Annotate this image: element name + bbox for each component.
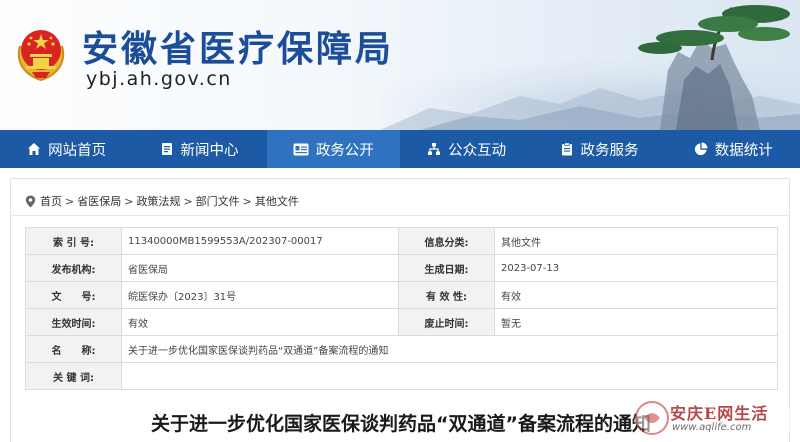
breadcrumb-separator: > — [242, 194, 252, 208]
table-row: 名 称: 关于进一步优化国家医保谈判药品“双通道”备案流程的通知 — [25, 335, 778, 363]
pie-chart-icon — [694, 142, 708, 156]
nav-item-label: 政务公开 — [315, 142, 374, 159]
repeal-time-label: 废止时间: — [398, 308, 495, 336]
document-metadata-table: 索 引 号: 11340000MB1599553A/202307-00017 信… — [25, 227, 778, 390]
nav-item-label: 公众互动 — [448, 142, 507, 159]
nav-item-statistics[interactable]: 数据统计 — [667, 130, 800, 168]
breadcrumb-separator: > — [65, 194, 75, 208]
location-pin-icon — [25, 195, 36, 207]
table-row: 索 引 号: 11340000MB1599553A/202307-00017 信… — [25, 227, 778, 255]
nav-item-home[interactable]: 网站首页 — [0, 130, 133, 168]
home-icon — [28, 143, 41, 155]
index-number-label: 索 引 号: — [25, 227, 122, 255]
nav-item-label: 数据统计 — [714, 142, 773, 159]
table-row: 生效时间: 有效 废止时间: 暂无 — [25, 308, 778, 336]
nav-item-label: 政务服务 — [580, 142, 639, 159]
nav-item-label: 新闻中心 — [180, 142, 239, 159]
watermark-url: www.aqlife.com — [672, 422, 752, 433]
validity-value: 有效 — [494, 281, 778, 309]
name-label: 名 称: — [25, 335, 122, 363]
effective-time-label: 生效时间: — [25, 308, 122, 336]
id-card-icon — [293, 143, 309, 155]
clipboard-icon — [562, 142, 573, 156]
breadcrumb-home[interactable]: 首页 — [40, 193, 62, 209]
breadcrumb: 首页 > 省医保局 > 政策法规 > 部门文件 > 其他文件 — [25, 193, 299, 209]
breadcrumb-separator: > — [183, 194, 193, 208]
site-domain: ybj.ah.gov.cn — [86, 68, 232, 90]
site-title[interactable]: 安徽省医疗保障局 — [82, 20, 394, 72]
main-nav: 网站首页 新闻中心 政务公开 公众互动 政务服务 数据统计 — [0, 130, 800, 168]
effective-time-value: 有效 — [121, 308, 399, 336]
issuer-label: 发布机构: — [25, 254, 122, 282]
document-number-value: 皖医保办〔2023〕31号 — [121, 281, 399, 309]
category-label: 信息分类: — [398, 227, 495, 255]
date-label: 生成日期: — [398, 254, 495, 282]
validity-label: 有 效 性: — [398, 281, 495, 309]
national-emblem-icon — [17, 30, 65, 82]
breadcrumb-separator: > — [124, 194, 134, 208]
name-value: 关于进一步优化国家医保谈判药品“双通道”备案流程的通知 — [121, 335, 778, 363]
table-row: 发布机构: 省医保局 生成日期: 2023-07-13 — [25, 254, 778, 282]
keywords-label: 关 键 词: — [25, 362, 122, 390]
date-value: 2023-07-13 — [494, 254, 778, 282]
table-row: 文 号: 皖医保办〔2023〕31号 有 效 性: 有效 — [25, 281, 778, 309]
nav-item-public-interaction[interactable]: 公众互动 — [400, 130, 533, 168]
breadcrumb-other-files[interactable]: 其他文件 — [255, 193, 299, 209]
document-number-label: 文 号: — [25, 281, 122, 309]
index-number-value: 11340000MB1599553A/202307-00017 — [121, 227, 399, 255]
repeal-time-value: 暂无 — [494, 308, 778, 336]
breadcrumb-provincial-bureau[interactable]: 省医保局 — [77, 193, 121, 209]
watermark-text: 安庆E网生活 — [670, 404, 769, 423]
document-icon — [162, 143, 173, 155]
table-row: 关 键 词: — [25, 362, 778, 390]
header-banner: 安徽省医疗保障局 ybj.ah.gov.cn — [0, 0, 800, 130]
network-icon — [428, 143, 441, 155]
breadcrumb-department-files[interactable]: 部门文件 — [196, 193, 240, 209]
nav-item-government-services[interactable]: 政务服务 — [533, 130, 666, 168]
keywords-value — [121, 362, 778, 390]
breadcrumb-policies[interactable]: 政策法规 — [136, 193, 180, 209]
issuer-value: 省医保局 — [121, 254, 399, 282]
nav-item-government-affairs[interactable]: 政务公开 — [266, 130, 400, 168]
nav-item-news[interactable]: 新闻中心 — [133, 130, 266, 168]
breadcrumb-divider — [11, 215, 789, 216]
nav-item-label: 网站首页 — [48, 142, 107, 159]
category-value: 其他文件 — [494, 227, 778, 255]
